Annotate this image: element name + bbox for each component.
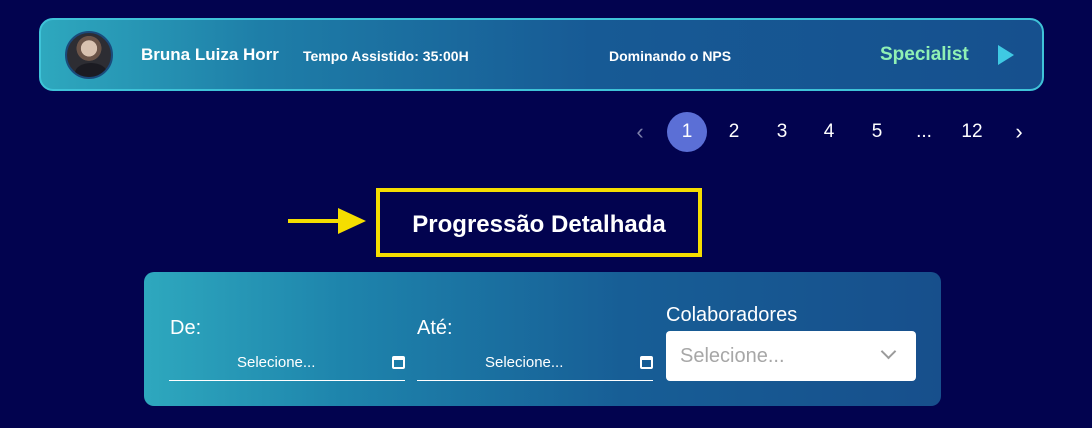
course-name: Dominando o NPS: [609, 48, 732, 64]
avatar: [65, 31, 113, 79]
arrow-icon: [288, 219, 342, 223]
from-date-label: De:: [170, 317, 202, 339]
page-button-5[interactable]: 5: [857, 112, 897, 152]
page-ellipsis: ...: [916, 121, 932, 142]
to-date-label: Até:: [417, 317, 453, 339]
calendar-icon[interactable]: [392, 356, 405, 369]
page-button-3[interactable]: 3: [762, 112, 802, 152]
next-page-button[interactable]: ›: [999, 112, 1039, 152]
from-date-input[interactable]: Selecione...: [169, 345, 405, 381]
user-name: Bruna Luiza Horr: [141, 45, 279, 64]
collaborators-placeholder: Selecione...: [680, 345, 785, 367]
arrow-head-icon: [338, 208, 366, 234]
page-button-2[interactable]: 2: [714, 112, 754, 152]
to-date-value: Selecione...: [485, 354, 564, 371]
watch-time-label: Tempo Assistido: 35:00H: [303, 48, 469, 64]
play-icon[interactable]: [998, 45, 1014, 65]
page-button-4[interactable]: 4: [809, 112, 849, 152]
from-date-value: Selecione...: [237, 354, 316, 371]
level-badge: Specialist: [880, 44, 969, 65]
filter-panel: De: Selecione... Até: Selecione... Colab…: [144, 272, 941, 406]
collaborators-label: Colaboradores: [666, 304, 798, 326]
pagination: ‹ 1 2 3 4 5 ... 12 ›: [620, 112, 1040, 154]
calendar-icon[interactable]: [640, 356, 653, 369]
chevron-down-icon: [880, 343, 897, 360]
collaborators-select[interactable]: Selecione...: [666, 331, 916, 381]
prev-page-button[interactable]: ‹: [620, 112, 660, 152]
section-title-highlight: Progressão Detalhada: [376, 188, 702, 257]
section-title: Progressão Detalhada: [412, 211, 666, 238]
page-button-12[interactable]: 12: [952, 112, 992, 152]
page-button-1[interactable]: 1: [667, 112, 707, 152]
user-progress-card[interactable]: Bruna Luiza Horr Tempo Assistido: 35:00H…: [39, 18, 1044, 91]
to-date-input[interactable]: Selecione...: [417, 345, 653, 381]
